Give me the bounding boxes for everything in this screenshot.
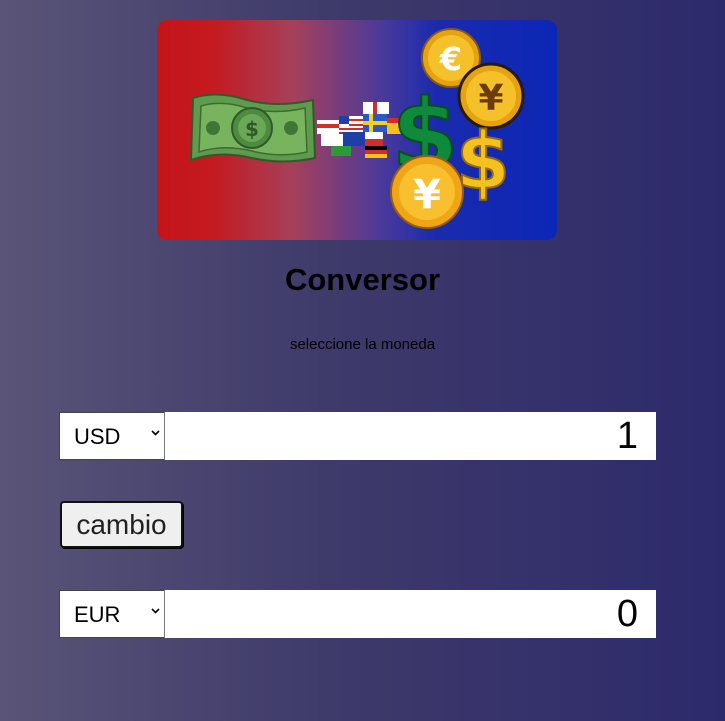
source-currency-select[interactable]: USD xyxy=(59,412,165,460)
svg-text:€: € xyxy=(439,40,462,78)
svg-text:¥: ¥ xyxy=(413,172,441,218)
chevron-down-icon xyxy=(151,430,160,436)
flags-icon xyxy=(317,102,403,158)
source-currency-row: USD 1 xyxy=(59,412,656,460)
source-amount-input[interactable]: 1 xyxy=(164,412,656,460)
svg-text:$: $ xyxy=(456,117,510,207)
swap-button[interactable]: cambio xyxy=(60,501,183,548)
currency-banner-image: $ $ € ¥ $ ¥ xyxy=(157,20,557,240)
target-currency-select[interactable]: EUR xyxy=(59,590,165,638)
banknote-icon: $ xyxy=(189,93,317,163)
source-currency-code: USD xyxy=(74,424,121,449)
svg-text:$: $ xyxy=(245,117,259,141)
target-currency-row: EUR 0 xyxy=(59,590,656,638)
target-currency-code: EUR xyxy=(74,602,121,627)
target-amount-output[interactable]: 0 xyxy=(164,590,656,638)
target-amount-value: 0 xyxy=(616,593,638,635)
source-amount-value: 1 xyxy=(616,415,638,457)
page-title: Conversor xyxy=(284,262,441,297)
chevron-down-icon xyxy=(151,608,160,614)
instruction-text: seleccione la moneda xyxy=(289,336,436,353)
svg-text:¥: ¥ xyxy=(478,78,503,119)
